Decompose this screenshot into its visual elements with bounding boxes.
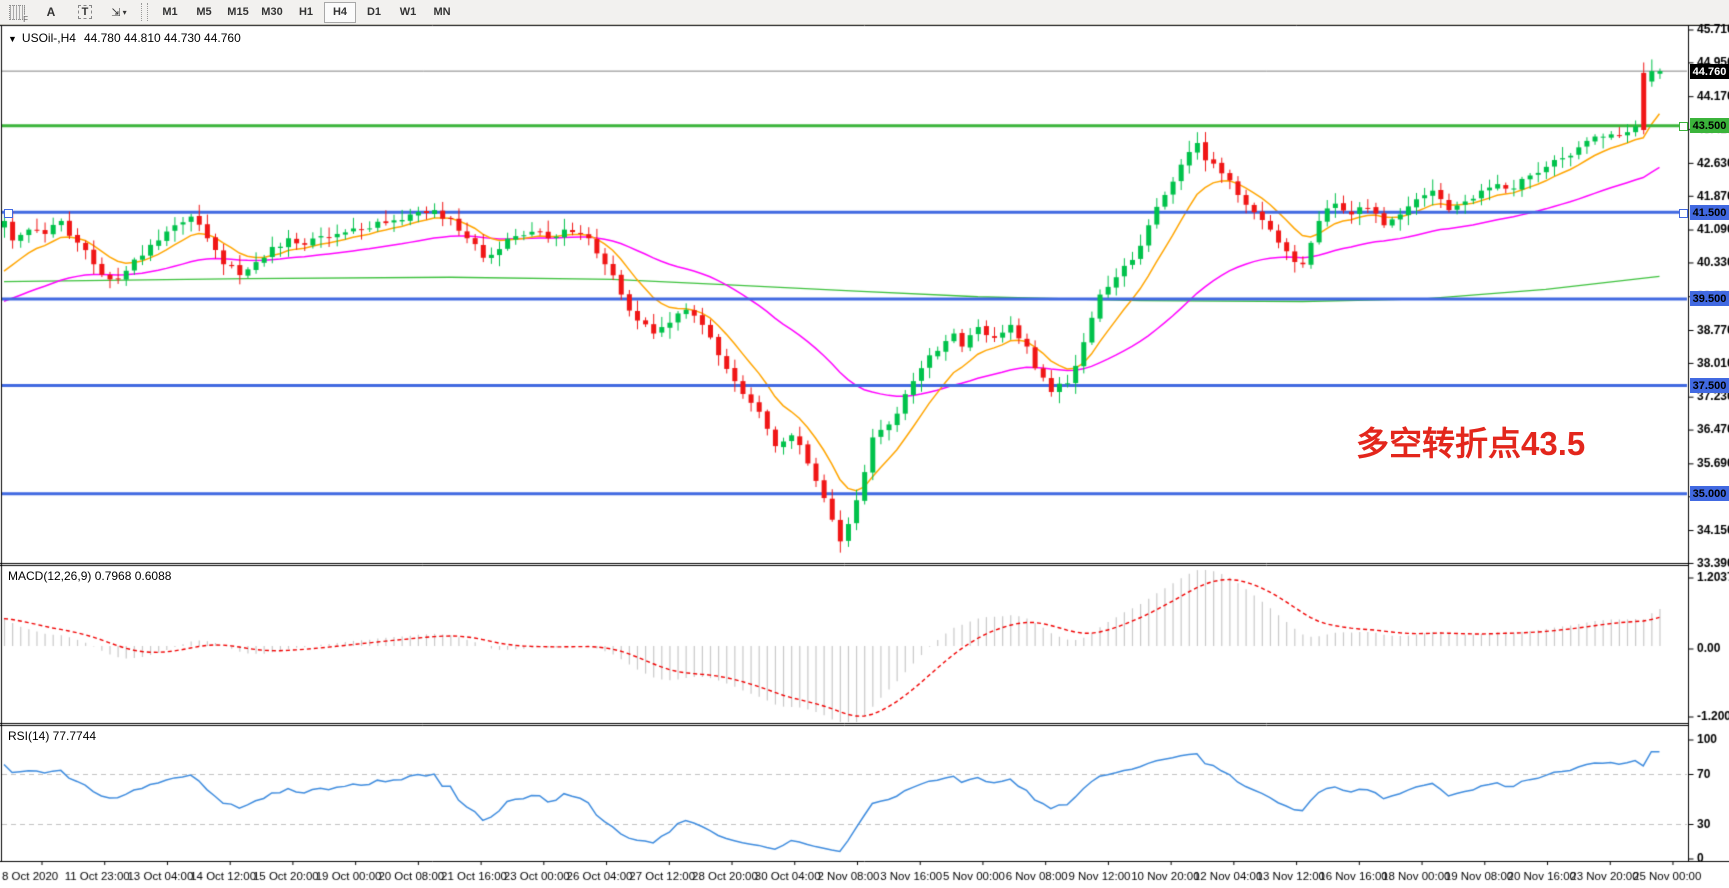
trading-platform-window: F A T ⇲ ▾ M1M5M15M30H1H4D1W1MN ▼USOil-,H…	[0, 0, 1729, 888]
macd-indicator-label: MACD(12,26,9) 0.7968 0.6088	[8, 569, 171, 583]
hline-anchor-handle[interactable]	[1679, 209, 1688, 218]
hline-price-label-39500: 39.500	[1690, 291, 1729, 306]
ohlc-values: 44.780 44.810 44.730 44.760	[84, 31, 241, 45]
symbol-period-label: USOil-,H4	[22, 31, 76, 45]
chart-text-annotation[interactable]: 多空转折点43.5	[1356, 417, 1585, 465]
hline-price-label-37500: 37.500	[1690, 378, 1729, 393]
rsi-indicator-label: RSI(14) 77.7744	[8, 729, 96, 743]
hline-price-label-41500: 41.500	[1690, 205, 1729, 220]
chart-title: ▼ USOil-,H4 44.780 44.810 44.730 44.760	[8, 31, 241, 45]
hline-price-label-43500: 43.500	[1690, 118, 1729, 133]
symbol-dropdown-icon[interactable]: ▼	[8, 34, 17, 44]
hline-price-label-35000: 35.000	[1690, 486, 1729, 501]
hline-anchor-handle[interactable]	[4, 209, 13, 218]
hline-anchor-handle[interactable]	[1679, 122, 1688, 131]
current-price-label: 44.760	[1690, 64, 1729, 79]
